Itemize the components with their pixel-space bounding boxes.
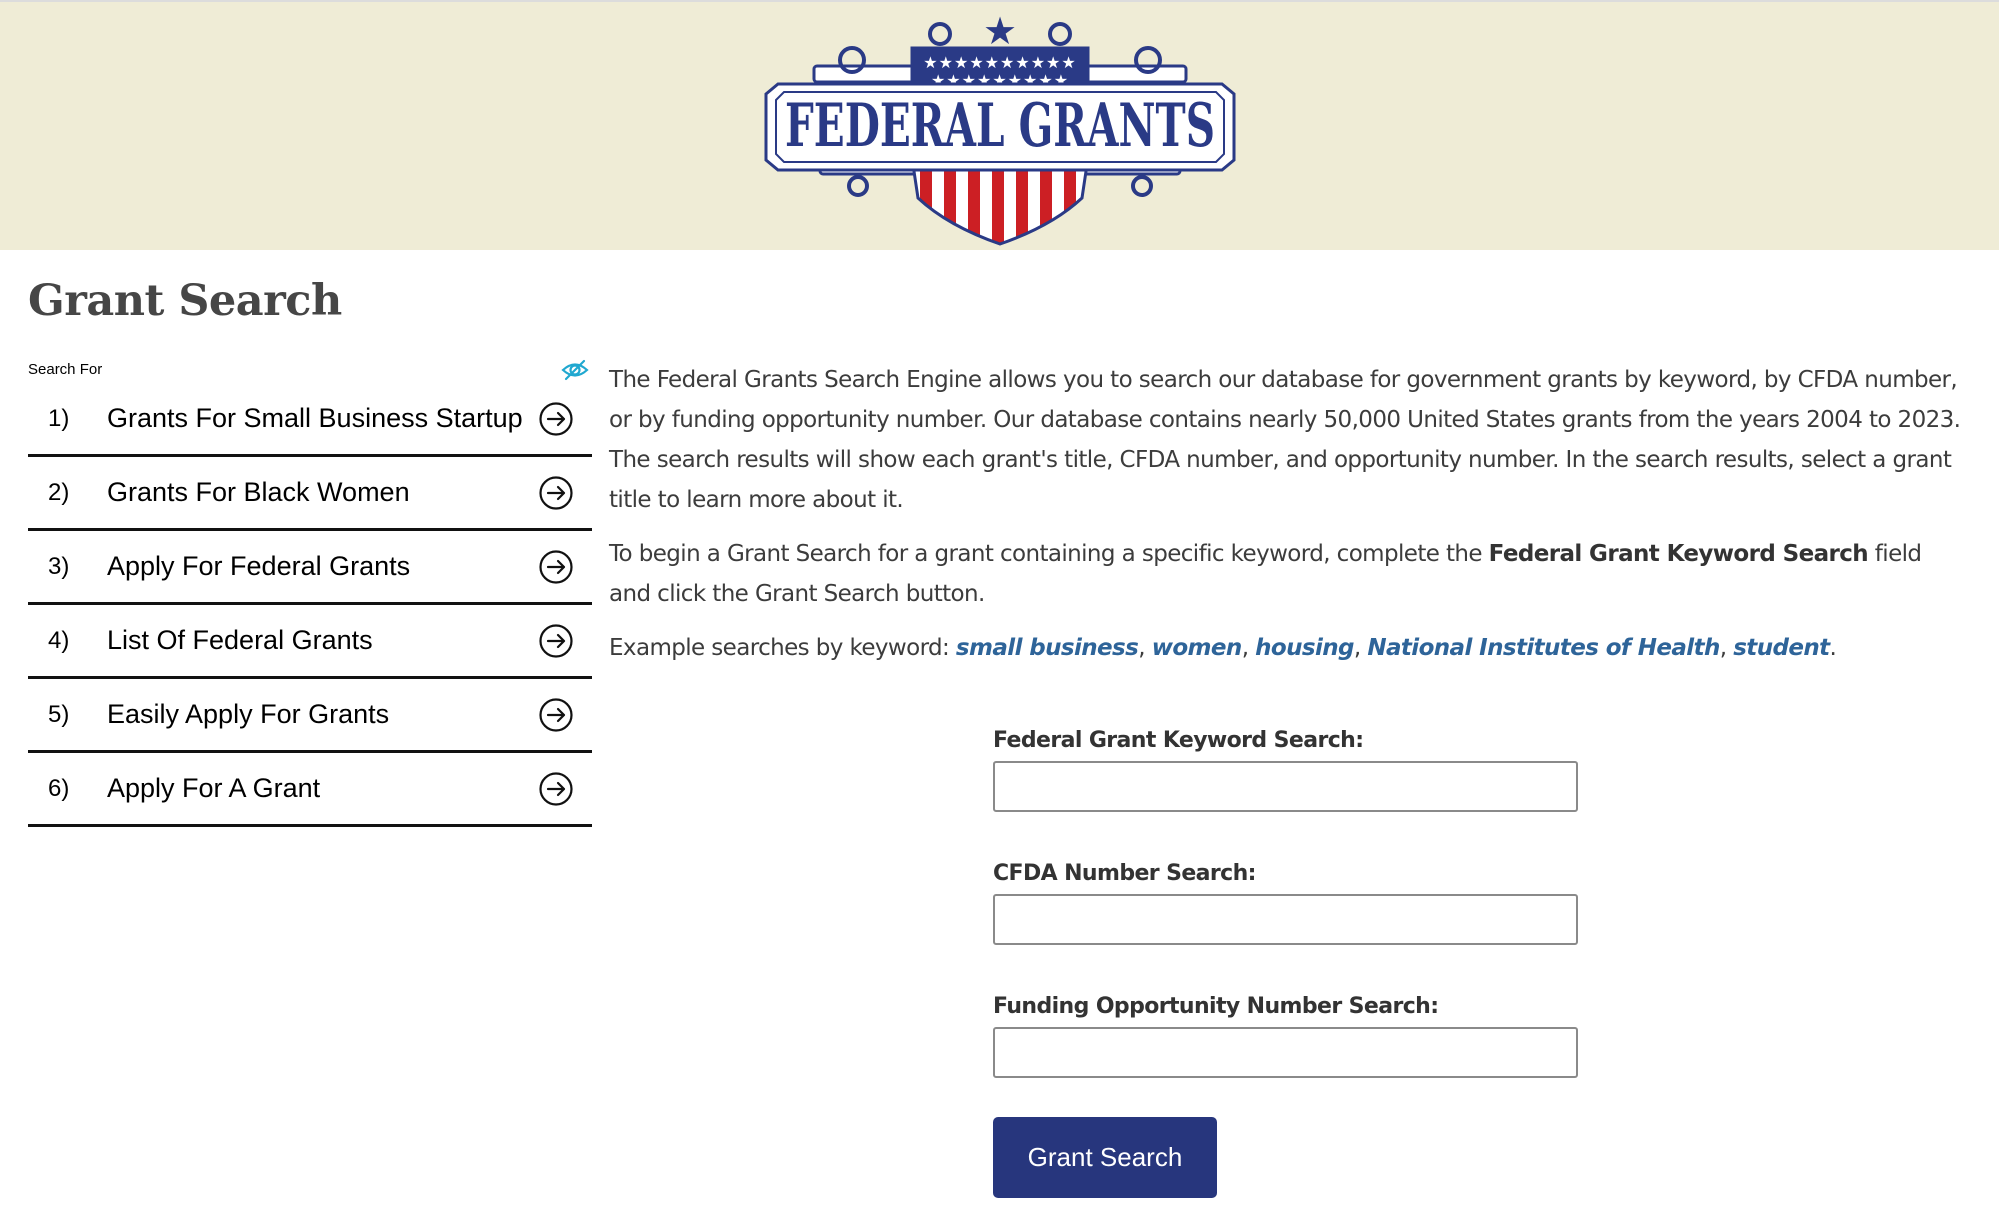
search-for-item[interactable]: 1) Grants For Small Business Startup xyxy=(28,383,592,457)
item-number: 4) xyxy=(48,627,70,654)
examples-suffix: . xyxy=(1829,635,1837,661)
separator: , xyxy=(1138,635,1152,661)
arrow-right-circle-icon[interactable] xyxy=(539,402,573,436)
search-for-item[interactable]: 5) Easily Apply For Grants xyxy=(28,679,592,753)
item-number: 5) xyxy=(48,701,70,728)
grant-search-button[interactable]: Grant Search xyxy=(993,1117,1217,1198)
example-link-housing[interactable]: housing xyxy=(1255,635,1354,661)
keyword-search-label: Federal Grant Keyword Search: xyxy=(993,728,1364,753)
site-header: ★★★★★★★★★★ ★★★★★★★★★ ★ FEDERAL GRANTS xyxy=(0,2,1999,250)
logo-text: FEDERAL GRANTS xyxy=(785,91,1215,161)
arrow-right-circle-icon[interactable] xyxy=(539,772,573,806)
grant-search-form: Federal Grant Keyword Search: CFDA Numbe… xyxy=(993,726,1578,1198)
item-label: Grants For Small Business Startup xyxy=(107,403,523,433)
arrow-right-circle-icon[interactable] xyxy=(539,624,573,658)
examples-paragraph: Example searches by keyword: small busin… xyxy=(609,628,1964,668)
item-number: 6) xyxy=(48,775,70,802)
arrow-right-circle-icon[interactable] xyxy=(539,476,573,510)
item-label: Apply For Federal Grants xyxy=(107,551,411,581)
cfda-search-label: CFDA Number Search: xyxy=(993,861,1256,886)
item-number: 1) xyxy=(48,405,70,432)
example-link-women[interactable]: women xyxy=(1152,635,1243,661)
example-link-nih[interactable]: National Institutes of Health xyxy=(1367,635,1720,661)
fon-search-label: Funding Opportunity Number Search: xyxy=(993,994,1439,1019)
search-for-item[interactable]: 3) Apply For Federal Grants xyxy=(28,531,592,605)
intro-paragraph: The Federal Grants Search Engine allows … xyxy=(609,367,1961,513)
example-link-small-business[interactable]: small business xyxy=(956,635,1139,661)
svg-text:★★★★★★★★★★: ★★★★★★★★★★ xyxy=(923,53,1076,72)
separator: , xyxy=(1241,635,1256,661)
intro-content: The Federal Grants Search Engine allows … xyxy=(609,360,1964,682)
search-for-list: 1) Grants For Small Business Startup 2) … xyxy=(28,383,592,827)
arrow-right-circle-icon[interactable] xyxy=(539,550,573,584)
instructions-paragraph: To begin a Grant Search for a grant cont… xyxy=(609,534,1964,614)
instructions-text: To begin a Grant Search for a grant cont… xyxy=(609,541,1489,567)
item-label: Grants For Black Women xyxy=(107,477,410,507)
separator: , xyxy=(1719,635,1734,661)
page-title: Grant Search xyxy=(28,276,342,326)
search-for-item[interactable]: 6) Apply For A Grant xyxy=(28,753,592,827)
search-for-item[interactable]: 4) List Of Federal Grants xyxy=(28,605,592,679)
keyword-search-input[interactable] xyxy=(993,761,1578,812)
separator: , xyxy=(1353,635,1368,661)
svg-text:★: ★ xyxy=(983,9,1017,53)
examples-prefix: Example searches by keyword: xyxy=(609,635,956,661)
federal-grants-logo[interactable]: ★★★★★★★★★★ ★★★★★★★★★ ★ FEDERAL GRANTS xyxy=(752,8,1248,246)
search-for-label: Search For xyxy=(28,361,103,378)
item-number: 3) xyxy=(48,553,70,580)
item-number: 2) xyxy=(48,479,70,506)
item-label: Apply For A Grant xyxy=(107,773,321,803)
eye-slash-icon[interactable] xyxy=(561,358,589,382)
arrow-right-circle-icon[interactable] xyxy=(539,698,573,732)
fon-search-input[interactable] xyxy=(993,1027,1578,1078)
example-link-student[interactable]: student xyxy=(1733,635,1830,661)
keyword-field-reference: Federal Grant Keyword Search xyxy=(1488,541,1869,567)
item-label: List Of Federal Grants xyxy=(107,625,373,655)
search-for-item[interactable]: 2) Grants For Black Women xyxy=(28,457,592,531)
cfda-search-input[interactable] xyxy=(993,894,1578,945)
item-label: Easily Apply For Grants xyxy=(107,699,390,729)
